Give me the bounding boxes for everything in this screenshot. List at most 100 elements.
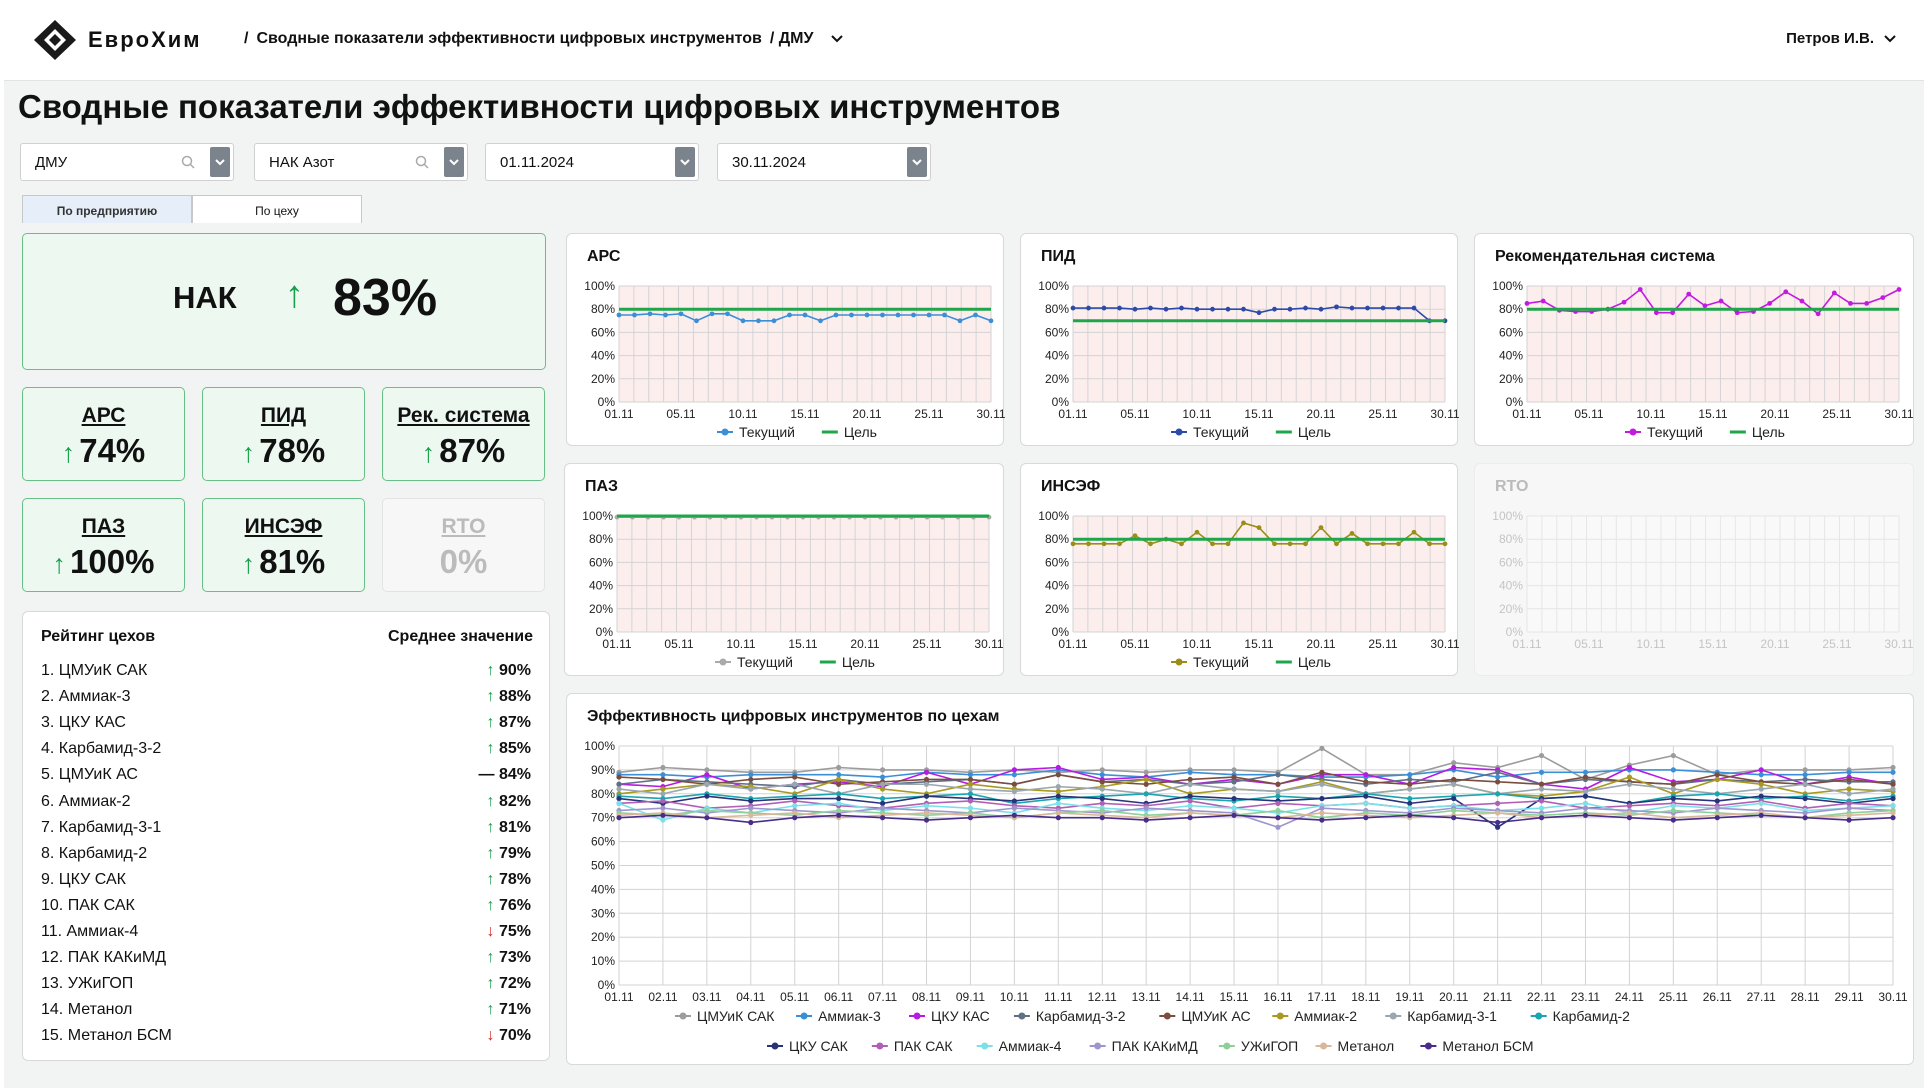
x-tick-label: 30.11	[974, 637, 1003, 651]
filter-date-from[interactable]: 01.11.2024	[485, 143, 699, 181]
data-point	[1132, 306, 1138, 312]
y-tick-label: 100%	[1492, 279, 1523, 293]
rating-row[interactable]: 10. ПАК САК ↑ 76%	[41, 897, 531, 919]
data-point	[1086, 305, 1091, 311]
data-point	[1231, 779, 1237, 785]
y-tick-label: 60%	[591, 325, 615, 339]
data-point	[1187, 769, 1193, 775]
data-point	[1086, 541, 1091, 547]
logo[interactable]: ЕвроХим	[32, 18, 202, 62]
arrow-up-icon: ↑	[486, 688, 499, 706]
rating-row[interactable]: 15. Метанол БСМ ↓ 70%	[41, 1027, 531, 1049]
data-point	[836, 764, 842, 771]
data-point	[1702, 303, 1708, 309]
y-tick-label: 60%	[1045, 325, 1069, 339]
data-point	[1524, 301, 1530, 306]
rating-row[interactable]: 6. Аммиак-2 ↑ 82%	[41, 793, 531, 815]
data-point	[1538, 769, 1545, 775]
data-point	[792, 781, 798, 787]
rating-row[interactable]: 7. Карбамид-3-1 ↑ 81%	[41, 819, 531, 841]
rating-shop-name: 5. ЦМУиК АС	[41, 766, 138, 784]
rating-row[interactable]: 2. Аммиак-3 ↑ 88%	[41, 688, 531, 710]
data-point	[709, 311, 715, 317]
dropdown-button[interactable]	[210, 147, 230, 177]
legend-marker	[1424, 1042, 1432, 1050]
kpi-ars[interactable]: АРС ↑ 74%	[22, 387, 185, 481]
data-point	[1099, 779, 1105, 785]
rating-row[interactable]: 3. ЦКУ КАС ↑ 87%	[41, 714, 531, 736]
data-point	[1187, 810, 1193, 816]
dropdown-button[interactable]	[907, 147, 927, 177]
data-point	[1194, 529, 1200, 535]
x-tick-label: 22.11	[1527, 990, 1556, 1004]
y-tick-label: 100%	[1492, 509, 1523, 523]
legend-label: Текущий	[1647, 424, 1703, 440]
arrow-down-icon: ↓	[486, 1027, 499, 1045]
dropdown-button[interactable]	[444, 147, 464, 177]
rating-row[interactable]: 13. УЖиГОП ↑ 72%	[41, 975, 531, 997]
rating-shop-name: 13. УЖиГОП	[41, 975, 134, 993]
x-tick-label: 20.11	[1760, 407, 1789, 421]
x-tick-label: 01.11	[602, 637, 631, 651]
data-point	[1670, 767, 1676, 773]
y-tick-label: 80%	[591, 787, 615, 801]
user-menu[interactable]: Петров И.В.	[1786, 30, 1896, 47]
data-point	[1334, 304, 1339, 310]
rating-row[interactable]: 11. Аммиак-4 ↓ 75%	[41, 923, 531, 945]
kpi-rec-system[interactable]: Рек. система ↑ 87%	[382, 387, 545, 481]
data-point	[1011, 772, 1017, 778]
y-tick-label: 40%	[591, 349, 615, 363]
kpi-insef[interactable]: ИНСЭФ ↑ 81%	[202, 498, 365, 592]
filter-division[interactable]: ДМУ	[20, 143, 234, 181]
y-tick-label: 20%	[1499, 602, 1523, 616]
legend-label: Цель	[844, 424, 877, 440]
kpi-paz[interactable]: ПАЗ ↑ 100%	[22, 498, 185, 592]
data-point	[1187, 793, 1193, 799]
data-point	[1582, 769, 1589, 775]
chevron-down-icon[interactable]	[831, 30, 844, 48]
x-tick-label: 20.11	[852, 407, 881, 421]
rating-row[interactable]: 9. ЦКУ САК ↑ 78%	[41, 871, 531, 893]
chevron-down-icon[interactable]	[1884, 30, 1896, 47]
kpi-rto[interactable]: RTO 0%	[382, 498, 545, 592]
data-point	[1210, 541, 1215, 547]
data-point	[1363, 800, 1369, 806]
filter-enterprise[interactable]: НАК Азот	[254, 143, 468, 181]
data-point	[1275, 772, 1281, 778]
breadcrumb-title[interactable]: Сводные показатели эффективности цифровы…	[256, 30, 761, 48]
tab-by-enterprise[interactable]: По предприятию	[22, 195, 192, 223]
rating-row[interactable]: 4. Карбамид-3-2 ↑ 85%	[41, 740, 531, 762]
data-point	[1621, 299, 1627, 305]
y-tick-label: 40%	[1045, 579, 1069, 593]
rating-value-text: 76%	[498, 896, 531, 914]
breadcrumb-current[interactable]: / ДМУ	[770, 30, 814, 48]
legend-marker	[1320, 1042, 1328, 1050]
tab-by-shop[interactable]: По цеху	[192, 195, 362, 223]
data-point	[923, 769, 930, 775]
data-point	[957, 318, 963, 324]
filter-date-to[interactable]: 30.11.2024	[717, 143, 931, 181]
data-point	[1427, 541, 1432, 547]
data-point	[1538, 805, 1545, 811]
x-tick-label: 07.11	[868, 990, 897, 1004]
rating-row[interactable]: 8. Карбамид-2 ↑ 79%	[41, 845, 531, 867]
legend-label: Цель	[842, 654, 875, 670]
kpi-main[interactable]: НАК ↑ 83%	[22, 233, 546, 370]
arrow-up-icon: ↑	[486, 975, 499, 993]
rating-row[interactable]: 12. ПАК КАКиМД ↑ 73%	[41, 949, 531, 971]
data-point	[967, 781, 974, 787]
kpi-value: 100%	[70, 543, 155, 580]
rating-row[interactable]: 5. ЦМУиК АС — 84%	[41, 766, 531, 788]
x-tick-label: 15.11	[1698, 637, 1727, 651]
x-tick-label: 14.11	[1176, 990, 1205, 1004]
rating-row[interactable]: 14. Метанол ↑ 71%	[41, 1001, 531, 1023]
data-point	[923, 793, 930, 799]
data-point	[1538, 798, 1545, 804]
rating-row[interactable]: 1. ЦМУиК САК ↑ 90%	[41, 662, 531, 684]
y-tick-label: 70%	[591, 811, 615, 825]
y-tick-label: 100%	[582, 509, 613, 523]
dropdown-button[interactable]	[675, 147, 695, 177]
kpi-pid[interactable]: ПИД ↑ 78%	[202, 387, 365, 481]
data-point	[967, 798, 974, 804]
chart-rec-system: Рекомендательная система 0% 20% 40% 60% 80% 1…	[1474, 233, 1914, 446]
